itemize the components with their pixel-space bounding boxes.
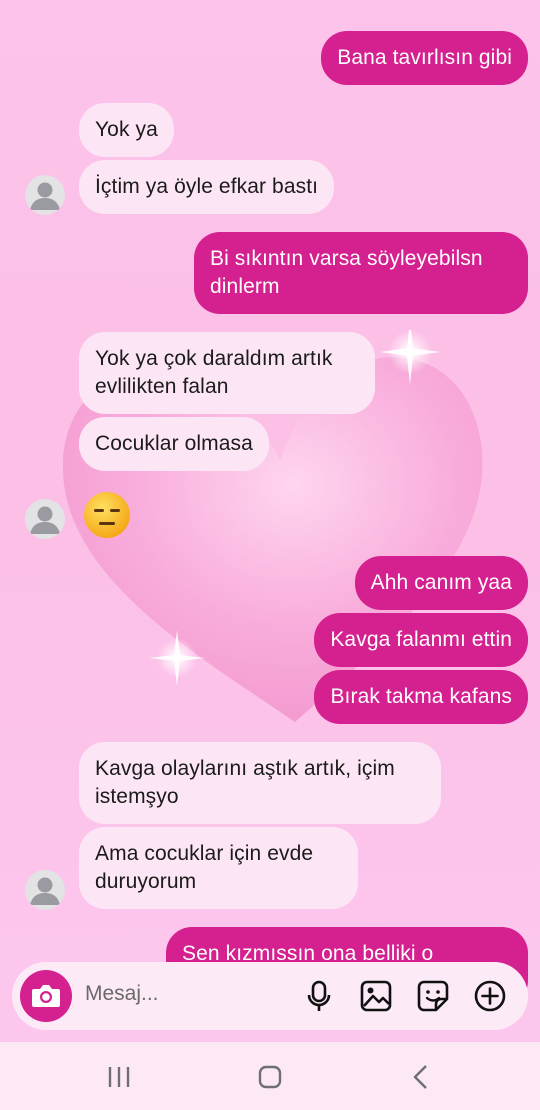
recents-icon: [108, 1067, 130, 1087]
system-navigation-bar: [0, 1042, 540, 1110]
message-incoming[interactable]: Yok ya: [79, 103, 174, 157]
message-text-line: istemşyo: [95, 785, 179, 808]
recents-button[interactable]: [99, 1062, 139, 1092]
gallery-icon: [360, 980, 392, 1012]
camera-icon: [32, 985, 60, 1007]
message-text-line: duruyorum: [95, 870, 197, 893]
message-outgoing[interactable]: Bana tavırlısın gibi: [321, 31, 528, 85]
add-button[interactable]: [473, 979, 507, 1013]
sticker-button[interactable]: [416, 979, 450, 1013]
message-outgoing[interactable]: Ahh canım yaa: [354, 556, 528, 610]
message-outgoing[interactable]: Kavga falanmı ettin: [314, 613, 528, 667]
message-text: Yok ya: [95, 118, 158, 141]
message-incoming[interactable]: Ama cocuklar için evde duruyorum: [79, 827, 358, 909]
person-icon: [30, 182, 60, 210]
add-icon: [474, 980, 506, 1012]
back-icon: [413, 1065, 427, 1089]
message-text: Cocuklar olmasa: [95, 432, 253, 455]
message-text: Kavga falanmı ettin: [330, 628, 512, 651]
home-button[interactable]: [250, 1062, 290, 1092]
expressionless-face-emoji[interactable]: [82, 490, 132, 540]
message-outgoing[interactable]: Bırak takma kafans: [314, 670, 528, 724]
chat-background: Bana tavırlısın gibi Yok ya İçtim ya öyl…: [0, 0, 540, 1042]
message-text-line: Ama cocuklar için evde: [95, 842, 314, 865]
back-button[interactable]: [401, 1062, 441, 1092]
camera-button[interactable]: [20, 970, 72, 1022]
message-text-line: Yok ya çok daraldım artık: [95, 347, 333, 370]
gallery-button[interactable]: [359, 979, 393, 1013]
message-text-line: Kavga olaylarını aştık artık, içim: [95, 757, 395, 780]
message-incoming[interactable]: İçtim ya öyle efkar bastı: [79, 160, 335, 214]
sticker-icon: [417, 980, 449, 1012]
message-text-line: dinlerm: [210, 275, 280, 298]
message-text-line: evlilikten falan: [95, 375, 229, 398]
microphone-icon: [307, 980, 331, 1011]
message-incoming[interactable]: Cocuklar olmasa: [79, 417, 269, 471]
contact-avatar[interactable]: [25, 499, 65, 539]
message-text: Bana tavırlısın gibi: [337, 46, 512, 69]
person-icon: [30, 877, 60, 905]
message-composer: Mesaj...: [12, 962, 528, 1030]
microphone-button[interactable]: [302, 979, 336, 1013]
contact-avatar[interactable]: [25, 870, 65, 910]
message-incoming[interactable]: Kavga olaylarını aştık artık, içim istem…: [79, 742, 441, 824]
message-text: Bırak takma kafans: [330, 685, 512, 708]
message-input[interactable]: Mesaj...: [85, 982, 159, 1006]
home-icon: [258, 1065, 282, 1089]
message-text-line: Bi sıkıntın varsa söyleyebilsn: [210, 247, 483, 270]
message-incoming[interactable]: Yok ya çok daraldım artık evlilikten fal…: [79, 332, 375, 414]
message-outgoing[interactable]: Bi sıkıntın varsa söyleyebilsn dinlerm: [194, 232, 528, 314]
message-text: Ahh canım yaa: [370, 571, 512, 594]
contact-avatar[interactable]: [25, 175, 65, 215]
person-icon: [30, 506, 60, 534]
message-text: İçtim ya öyle efkar bastı: [95, 175, 319, 198]
